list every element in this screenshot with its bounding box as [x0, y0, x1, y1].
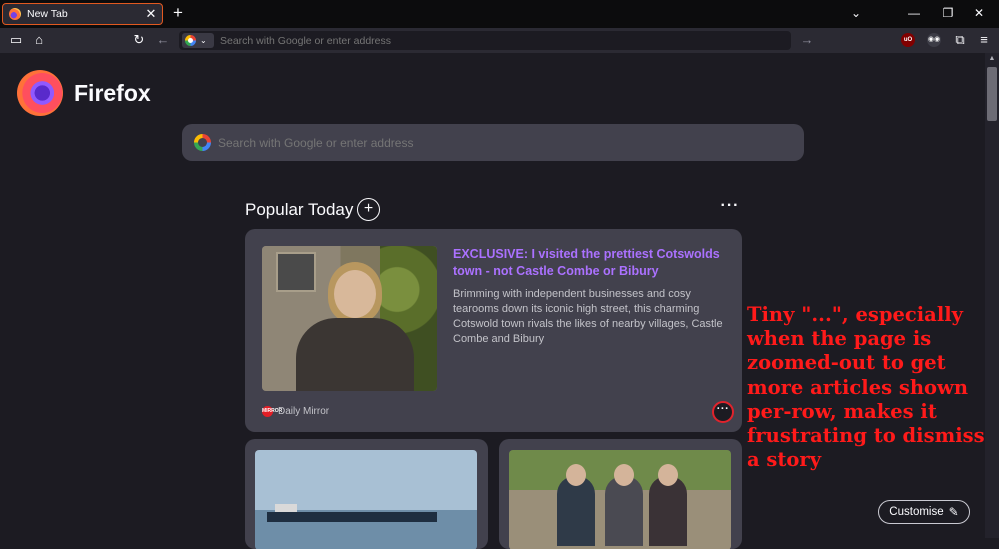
- brand-name: Firefox: [74, 79, 151, 106]
- firefox-brand: Firefox: [17, 70, 151, 116]
- search-engine-selector[interactable]: ⌄: [182, 33, 214, 48]
- scroll-up-arrow[interactable]: ▲: [985, 55, 999, 65]
- story-description: Brimming with independent businesses and…: [453, 288, 723, 345]
- annotation-text: Tiny "...", especially when the page is …: [747, 303, 985, 472]
- story-thumbnail: [255, 450, 477, 549]
- customise-label: Customise: [889, 506, 944, 518]
- story-thumbnail: [509, 450, 731, 549]
- url-bar[interactable]: ⌄: [179, 31, 791, 50]
- list-all-tabs-button[interactable]: ⌄: [847, 4, 865, 22]
- follow-section-button[interactable]: +: [357, 198, 380, 221]
- firefox-icon: [9, 8, 21, 20]
- story-thumbnail: [262, 246, 437, 391]
- home-icon[interactable]: ⌂: [31, 32, 47, 48]
- close-window-button[interactable]: ✕: [970, 4, 988, 22]
- new-tab-button[interactable]: +: [169, 4, 187, 22]
- firefox-logo-icon: [17, 70, 63, 116]
- minimize-button[interactable]: —: [905, 4, 923, 22]
- menu-icon[interactable]: ≡: [976, 32, 992, 48]
- search-input[interactable]: [218, 135, 804, 150]
- daily-mirror-icon: MIRROR: [262, 406, 282, 417]
- back-icon[interactable]: ←: [155, 32, 171, 48]
- story-source: MIRROR Daily Mirror: [262, 406, 329, 417]
- chevron-down-icon: ⌄: [200, 36, 207, 45]
- section-title: Popular Today: [245, 200, 354, 219]
- tab-title: New Tab: [27, 8, 68, 20]
- ublock-origin-icon[interactable]: uO: [901, 33, 915, 47]
- extension-mask-icon[interactable]: ◉◉: [927, 33, 941, 47]
- restore-button[interactable]: ❐: [939, 4, 957, 22]
- go-arrow-icon[interactable]: →: [799, 32, 815, 48]
- reload-icon[interactable]: ↻: [131, 32, 147, 48]
- newtab-search[interactable]: [182, 124, 804, 161]
- story-card[interactable]: EXCLUSIVE: I visited the prettiest Cotsw…: [245, 229, 742, 432]
- section-menu-button[interactable]: ···: [719, 198, 741, 219]
- tab-new-tab[interactable]: New Tab ✕: [2, 3, 163, 25]
- customise-button[interactable]: Customise ✎: [878, 500, 970, 524]
- google-icon: [185, 35, 196, 46]
- url-input[interactable]: [220, 34, 791, 47]
- tab-strip: New Tab ✕ + ⌄ — ❐ ✕: [0, 0, 999, 28]
- extensions-puzzle-icon[interactable]: ⧉: [952, 32, 968, 48]
- navigation-toolbar: ▭ ⌂ ↻ ← ⌄ → uO ◉◉ ⧉ ≡: [0, 28, 999, 53]
- close-tab-icon[interactable]: ✕: [143, 6, 159, 22]
- story-headline[interactable]: EXCLUSIVE: I visited the prettiest Cotsw…: [453, 246, 721, 280]
- sidebar-icon[interactable]: ▭: [8, 32, 24, 48]
- source-name: Daily Mirror: [278, 406, 330, 417]
- story-context-menu-button[interactable]: ···: [712, 401, 734, 423]
- google-icon: [194, 134, 211, 151]
- story-card[interactable]: [499, 439, 742, 549]
- scrollbar-thumb[interactable]: [987, 67, 997, 121]
- page-scrollbar[interactable]: ▲: [985, 53, 999, 538]
- pencil-icon: ✎: [948, 505, 959, 519]
- story-card[interactable]: [245, 439, 488, 549]
